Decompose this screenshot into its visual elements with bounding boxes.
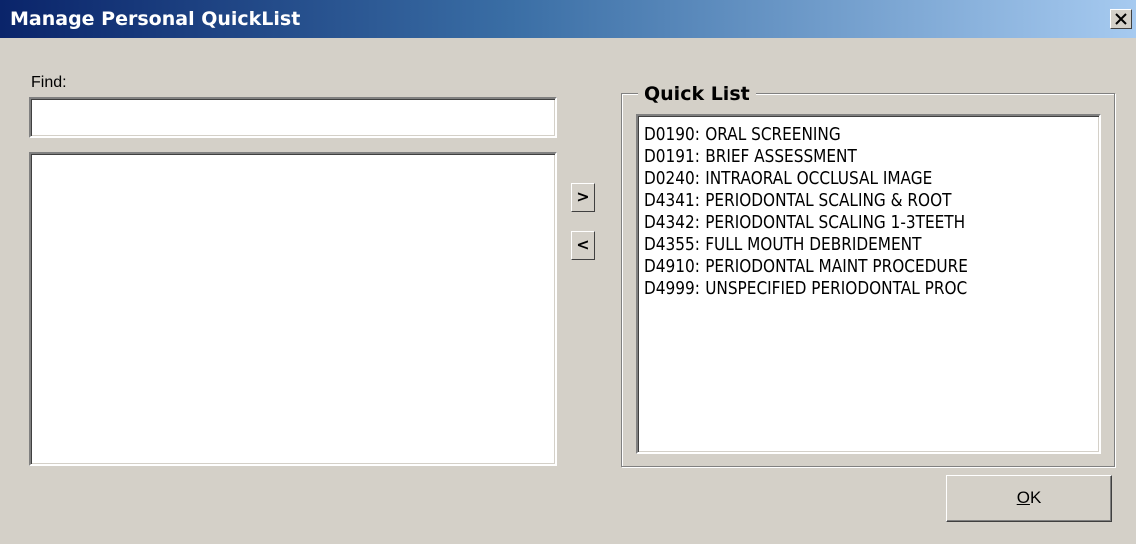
item-description: PERIODONTAL MAINT PROCEDURE <box>705 256 968 277</box>
item-code: D0190: <box>644 124 700 145</box>
item-description: BRIEF ASSESSMENT <box>705 146 857 167</box>
item-description: FULL MOUTH DEBRIDEMENT <box>705 234 922 255</box>
quick-list-item[interactable]: D4355: FULL MOUTH DEBRIDEMENT <box>644 234 1031 256</box>
item-code: D4341: <box>644 190 700 211</box>
find-input[interactable] <box>31 99 555 136</box>
quick-list-item[interactable]: D4342: PERIODONTAL SCALING 1-3TEETH <box>644 212 1031 234</box>
quick-list-box[interactable]: D0190: ORAL SCREENING D0191: BRIEF ASSESSME… <box>636 114 1101 454</box>
item-code: D4355: <box>644 234 700 255</box>
item-code: D0240: <box>644 168 700 189</box>
item-description: PERIODONTAL SCALING & ROOT <box>705 190 952 211</box>
ok-label: K <box>1029 488 1042 507</box>
item-code: D4342: <box>644 212 700 233</box>
item-code: D4910: <box>644 256 700 277</box>
item-description: INTRAORAL OCCLUSAL IMAGE <box>705 168 933 189</box>
close-icon <box>1115 13 1127 25</box>
quick-list-item[interactable]: D0191: BRIEF ASSESSMENT <box>644 146 1031 168</box>
quick-list-item[interactable]: D4999: UNSPECIFIED PERIODONTAL PROC <box>644 278 1031 300</box>
quick-list-title: Quick List <box>638 83 756 105</box>
item-description: ORAL SCREENING <box>705 124 841 145</box>
available-codes-list[interactable] <box>29 152 557 466</box>
item-description: UNSPECIFIED PERIODONTAL PROC <box>705 278 968 299</box>
quick-list-item[interactable]: D4910: PERIODONTAL MAINT PROCEDURE <box>644 256 1031 278</box>
close-button[interactable] <box>1110 9 1132 29</box>
item-code: D4999: <box>644 278 700 299</box>
quick-list-item[interactable]: D0240: INTRAORAL OCCLUSAL IMAGE <box>644 168 1031 190</box>
ok-mnemonic: O <box>1016 488 1030 507</box>
find-label: Find: <box>31 74 67 91</box>
item-description: PERIODONTAL SCALING 1-3TEETH <box>705 212 966 233</box>
item-code: D0191: <box>644 146 700 167</box>
ok-button[interactable]: OK <box>946 475 1112 522</box>
window-title: Manage Personal QuickList <box>10 8 301 30</box>
quick-list-item[interactable]: D0190: ORAL SCREENING <box>644 124 1031 146</box>
title-bar[interactable]: Manage Personal QuickList <box>0 0 1136 38</box>
quick-list-item[interactable]: D4341: PERIODONTAL SCALING & ROOT <box>644 190 1031 212</box>
remove-from-quicklist-button[interactable]: < <box>571 231 595 260</box>
add-to-quicklist-button[interactable]: > <box>571 183 595 212</box>
find-field-frame <box>29 97 557 138</box>
